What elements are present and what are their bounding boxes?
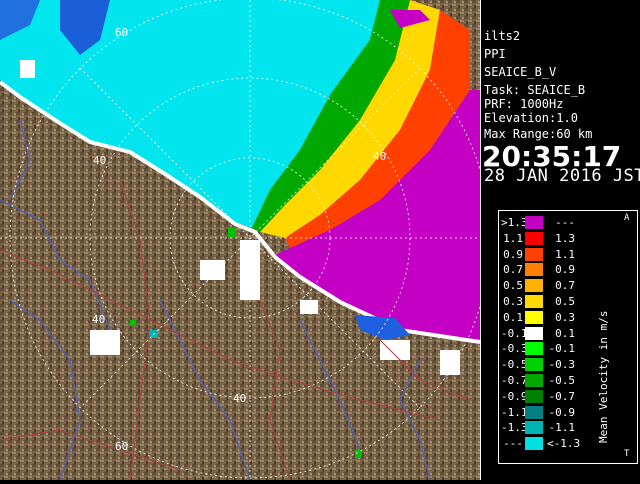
legend-upper-bound: --- bbox=[555, 216, 575, 229]
info-panel: ilts2 PPI SEAICE_B_V Task: SEAICE_B PRF:… bbox=[480, 0, 640, 480]
range-line: Max Range:60 km bbox=[484, 127, 593, 141]
legend-swatch bbox=[525, 374, 543, 387]
legend-bottom-tag: T bbox=[624, 449, 630, 459]
product-type: PPI bbox=[484, 47, 506, 61]
elevation-line: Elevation:1.0 bbox=[484, 111, 578, 125]
legend-swatch bbox=[525, 326, 543, 340]
legend-lower-bound: --- bbox=[503, 437, 523, 451]
ring-label: 40 bbox=[373, 150, 386, 163]
legend-upper-bound: -0.7 bbox=[548, 389, 576, 403]
legend-swatch bbox=[525, 437, 543, 451]
legend-swatch bbox=[525, 421, 543, 435]
legend-swatch bbox=[525, 247, 543, 261]
legend-lower-bound: -0.3 bbox=[501, 342, 528, 356]
legend-swatch bbox=[525, 405, 543, 419]
ring-label: 40 bbox=[93, 154, 106, 167]
legend-lower-bound: -0.5 bbox=[501, 358, 528, 372]
legend-lower-bound: 0.5 bbox=[503, 279, 523, 293]
legend-upper-bound: -0.9 bbox=[548, 405, 576, 419]
legend-lower-bound: >1.3 bbox=[501, 216, 528, 229]
radar-map-svg: 60 40 40 40 60 40 bbox=[0, 0, 491, 481]
legend-unit-label: Mean Velocity in m/s bbox=[597, 310, 610, 443]
legend-row: -1.1 -0.9 bbox=[499, 405, 637, 420]
legend-row: 0.9 1.1 bbox=[499, 247, 637, 262]
legend-upper-bound: 0.1 bbox=[555, 326, 575, 340]
legend-lower-bound: -0.9 bbox=[501, 389, 528, 403]
legend-lower-bound: -1.3 bbox=[501, 421, 528, 435]
legend-swatch bbox=[525, 295, 543, 308]
task-id: SEAICE_B_V bbox=[484, 65, 557, 79]
legend-row: 0.1 0.3 bbox=[499, 310, 637, 325]
ring-label: 40 bbox=[233, 392, 246, 405]
legend-row: -0.7 -0.5 bbox=[499, 373, 637, 388]
legend-lower-bound: -1.1 bbox=[501, 405, 528, 419]
legend-swatch bbox=[525, 358, 543, 372]
legend-upper-bound: -0.5 bbox=[548, 374, 576, 387]
legend-row: -0.1 0.1 bbox=[499, 326, 637, 341]
ring-label: 40 bbox=[92, 313, 105, 326]
legend-swatch bbox=[525, 279, 543, 293]
legend-row: >1.3 --- bbox=[499, 215, 637, 230]
legend-swatch bbox=[525, 216, 543, 229]
legend-row: -0.9 -0.7 bbox=[499, 389, 637, 404]
legend-upper-bound: 0.3 bbox=[555, 310, 575, 324]
legend-lower-bound: -0.7 bbox=[501, 374, 528, 387]
legend-lower-bound: 0.9 bbox=[503, 247, 523, 261]
observation-date: 28 JAN 2016 JST bbox=[484, 166, 640, 186]
legend-row: 0.3 0.5 bbox=[499, 294, 637, 309]
legend-upper-bound: 1.3 bbox=[555, 231, 575, 245]
legend-upper-bound: 0.5 bbox=[555, 295, 575, 308]
task-line: Task: SEAICE_B bbox=[484, 83, 586, 97]
radar-ppi-display: 60 40 40 40 60 40 bbox=[0, 0, 491, 481]
legend-upper-bound: 1.1 bbox=[555, 247, 575, 261]
legend-swatch bbox=[525, 342, 543, 356]
legend-row: 0.7 0.9 bbox=[499, 262, 637, 277]
legend-upper-bound: 0.9 bbox=[555, 263, 575, 277]
legend-upper-bound: -1.1 bbox=[548, 421, 576, 435]
legend-swatch bbox=[525, 310, 543, 324]
panel-divider bbox=[480, 0, 481, 480]
legend-row: 1.1 1.3 bbox=[499, 231, 637, 246]
legend-upper-bound: <-1.3 bbox=[547, 437, 581, 451]
station-name: ilts2 bbox=[484, 29, 521, 43]
legend-row: -0.3 -0.1 bbox=[499, 341, 637, 356]
legend-swatch bbox=[525, 263, 543, 277]
legend-row: -0.5 -0.3 bbox=[499, 357, 637, 372]
legend-upper-bound: -0.3 bbox=[548, 358, 576, 372]
legend-swatch bbox=[525, 389, 543, 403]
legend-swatch bbox=[525, 231, 543, 245]
legend-upper-bound: 0.7 bbox=[555, 279, 575, 293]
legend-lower-bound: 1.1 bbox=[503, 231, 523, 245]
legend-lower-bound: 0.1 bbox=[503, 310, 523, 324]
prf-line: PRF: 1000Hz bbox=[484, 97, 564, 111]
legend-row: --- <-1.3 bbox=[499, 436, 637, 451]
legend-row: -1.3 -1.1 bbox=[499, 420, 637, 435]
velocity-legend: A >1.3 --- 1.1 1.3 0.9 1.1 0.7 0.9 0.5 0.7 0.3 0.5 0… bbox=[498, 210, 638, 464]
legend-lower-bound: -0.1 bbox=[501, 326, 528, 340]
legend-lower-bound: 0.3 bbox=[503, 295, 523, 308]
legend-upper-bound: -0.1 bbox=[548, 342, 576, 356]
legend-lower-bound: 0.7 bbox=[503, 263, 523, 277]
ring-label: 60 bbox=[115, 440, 128, 453]
legend-row: 0.5 0.7 bbox=[499, 278, 637, 293]
ring-label: 60 bbox=[115, 26, 128, 39]
